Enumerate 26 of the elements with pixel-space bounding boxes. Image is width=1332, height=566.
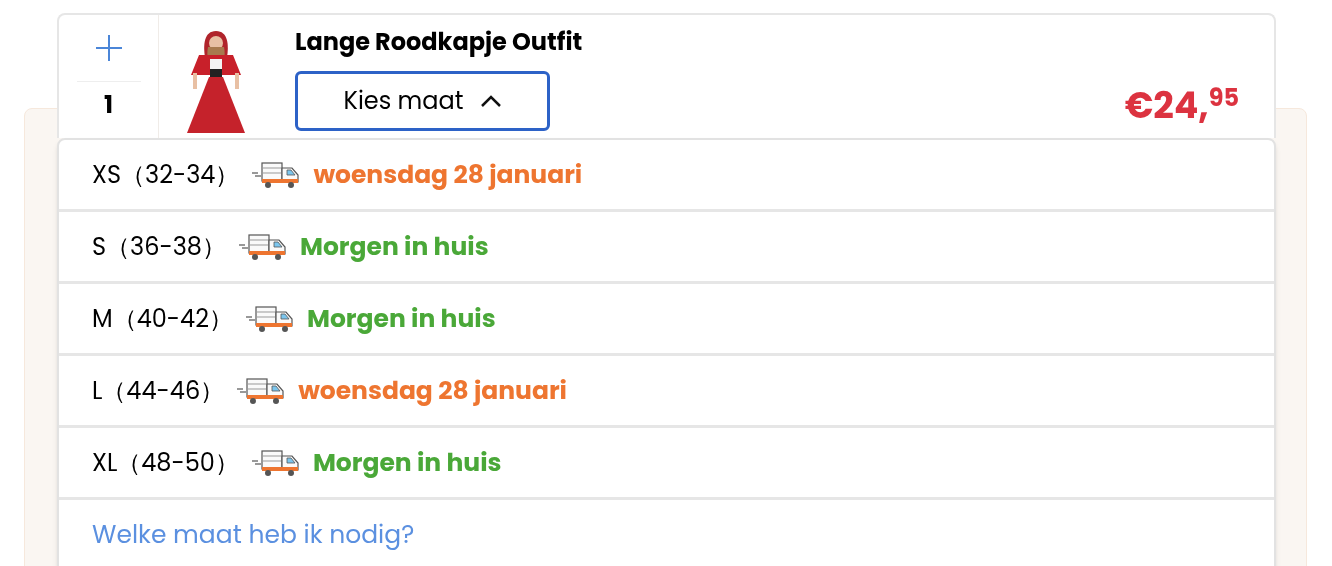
size-label: XS（32-34） [92,156,240,193]
product-title: Lange Roodkapje Outfit [295,25,583,59]
size-label: M（40-42） [92,300,233,337]
size-label: S（36-38） [92,228,226,265]
size-option[interactable]: L（44-46） woensdag 28 januari [59,356,1274,428]
size-option[interactable]: XS（32-34） woensdag 28 januari [59,140,1274,212]
delivery-truck-icon [244,303,295,334]
caret-icon [479,95,502,107]
size-option[interactable]: S（36-38） Morgen in huis [59,212,1274,284]
quantity-value: 1 [104,87,113,123]
size-option[interactable]: M（40-42） Morgen in huis [59,284,1274,356]
size-label: XL（48-50） [92,444,239,481]
delivery-date: woensdag 28 januari [298,371,567,410]
size-option[interactable]: XL（48-50） Morgen in huis [59,428,1274,500]
price: €24,$^{95}$ [1124,88,1239,124]
delivery-truck-icon [250,447,301,478]
delivery-truck-icon [236,375,287,406]
delivery-truck-icon [251,159,302,190]
delivery-date: Morgen in huis [299,227,489,266]
delivery-date: Morgen in huis [312,443,502,482]
plus-icon [95,35,122,61]
delivery-truck-icon [237,231,288,262]
size-select[interactable]: Kies maat [295,71,550,131]
delivery-date: woensdag 28 januari [313,155,583,194]
size-label: L（44-46） [92,372,225,409]
delivery-date: Morgen in huis [306,299,496,338]
